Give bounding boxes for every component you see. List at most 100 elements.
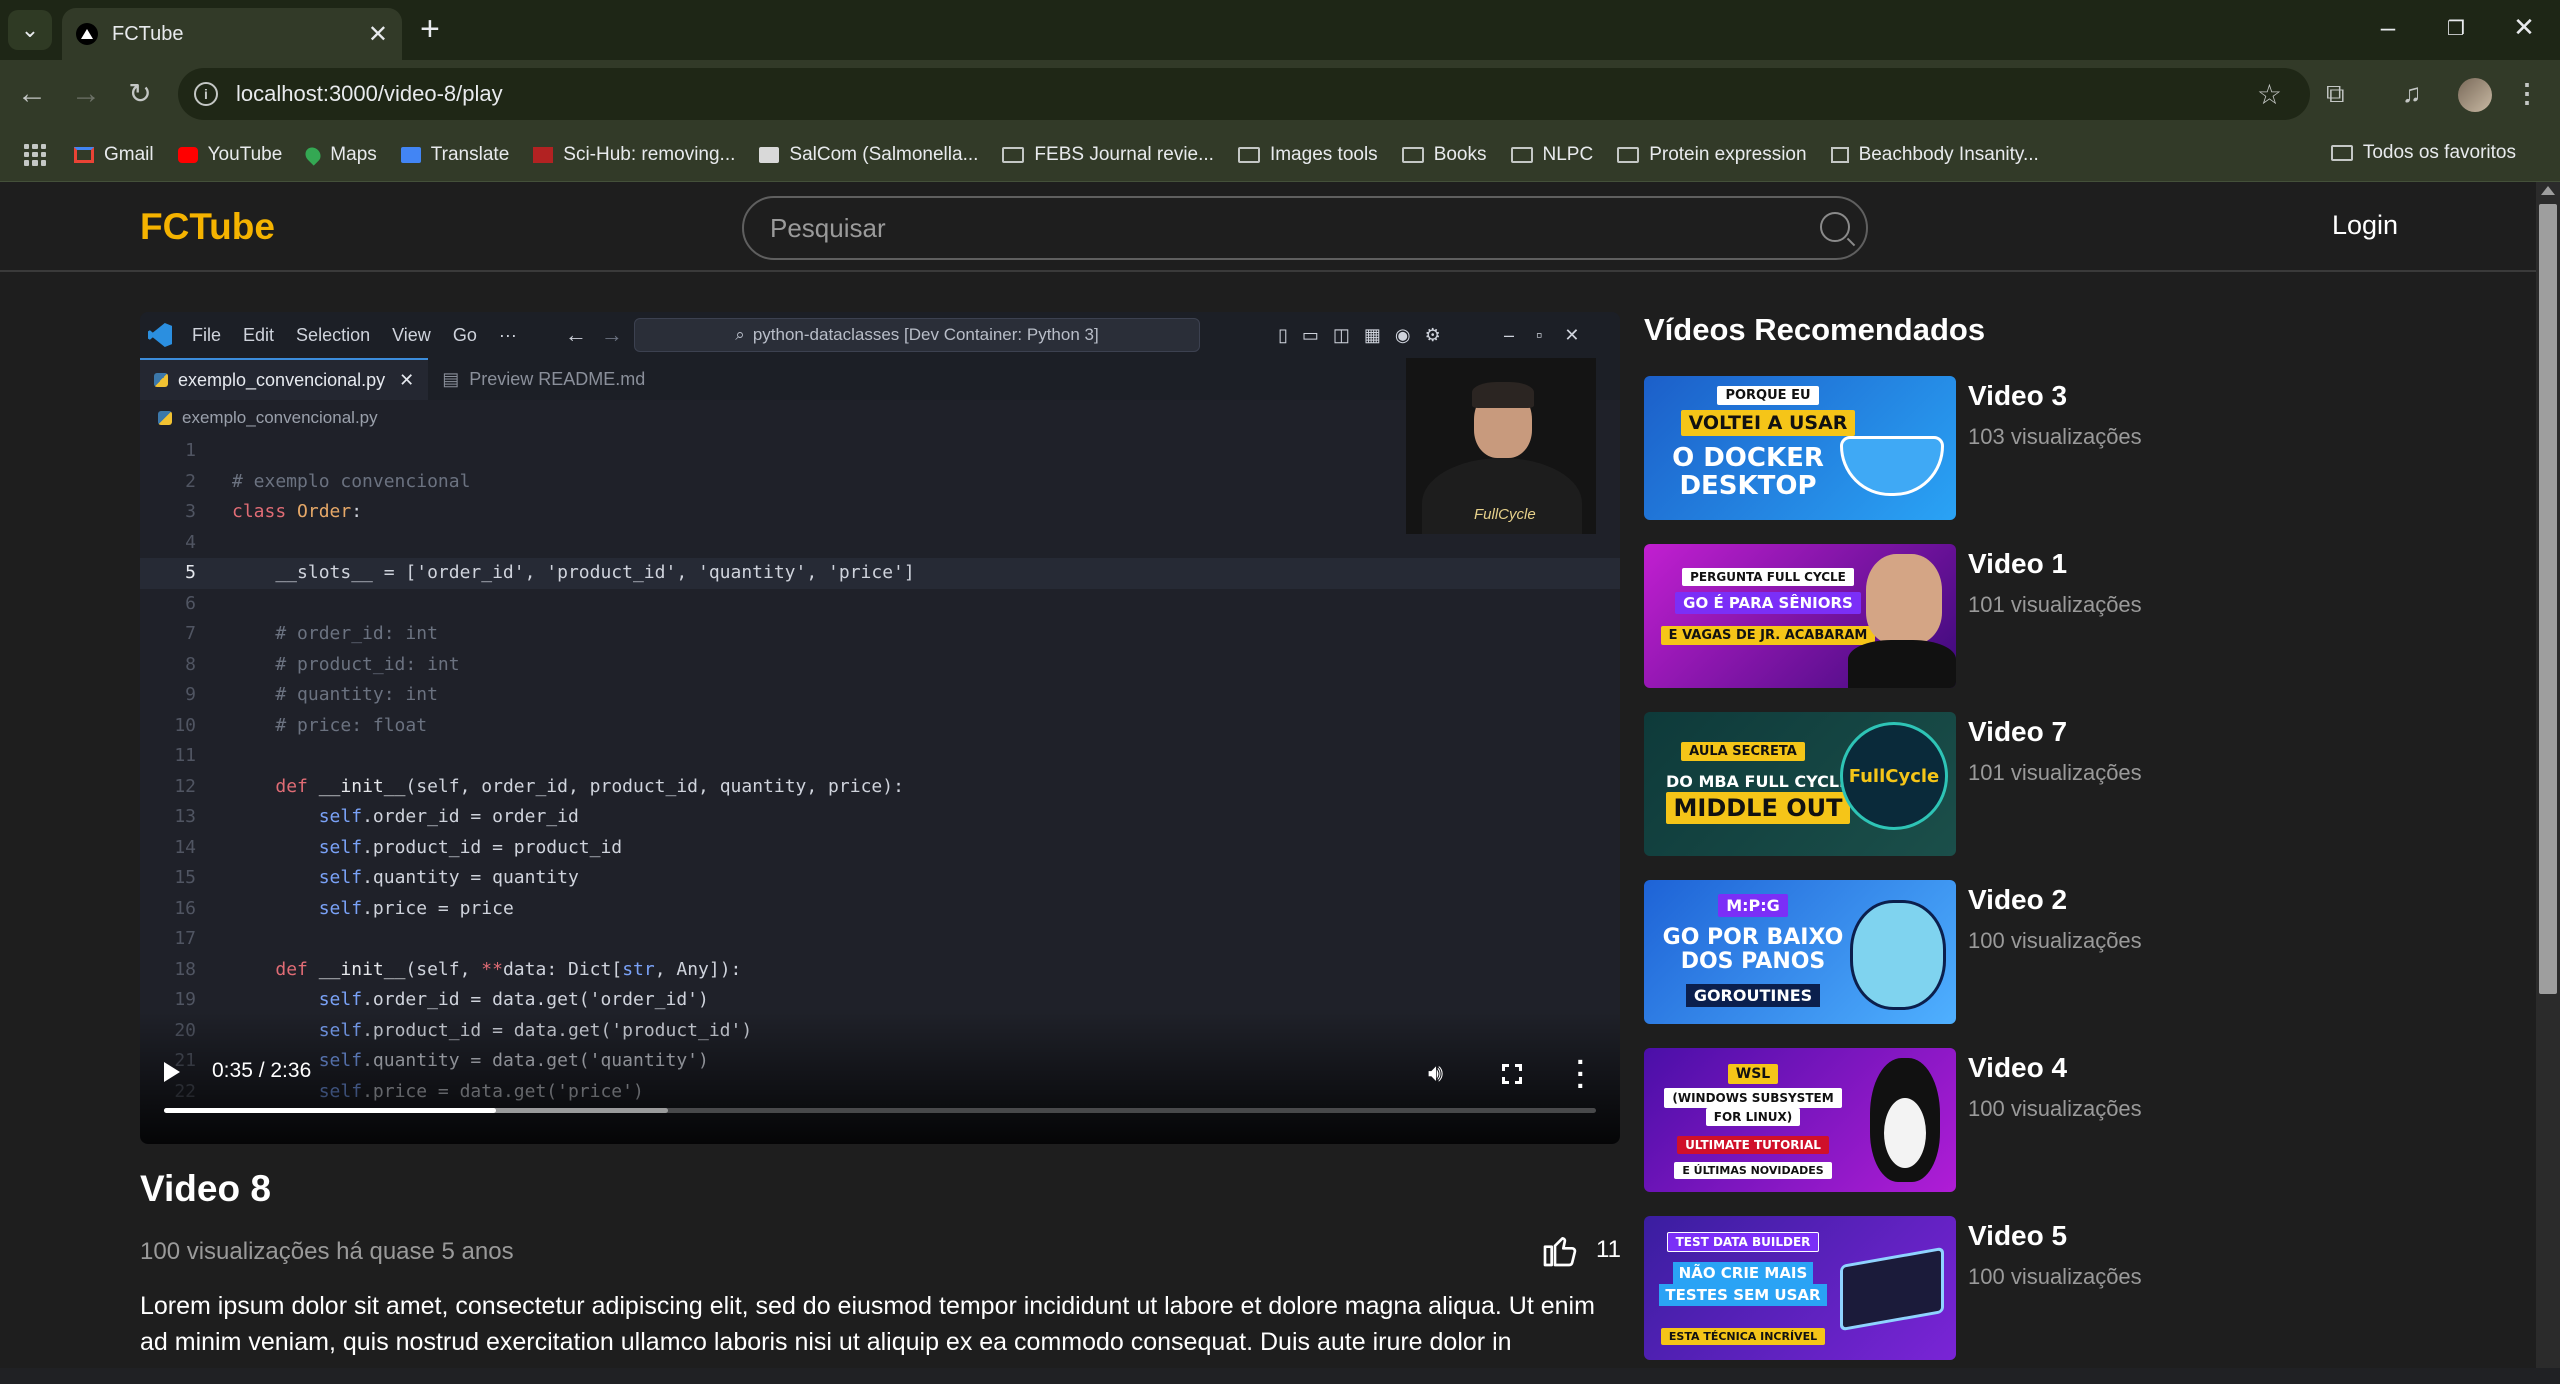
fullscreen-icon[interactable] bbox=[1502, 1064, 1522, 1084]
minimize-icon[interactable]: – bbox=[2368, 12, 2408, 43]
recommended-video[interactable]: WSL (WINDOWS SUBSYSTEM FOR LINUX) ULTIMA… bbox=[1644, 1048, 2344, 1216]
search-icon[interactable] bbox=[1820, 212, 1850, 242]
beachbody-icon bbox=[1830, 146, 1849, 163]
youtube-icon bbox=[177, 146, 198, 163]
more-options-icon[interactable]: · · · bbox=[1576, 1048, 1586, 1100]
bookmark-star-icon[interactable]: ☆ bbox=[2257, 78, 2282, 111]
recommended-video-views: 101 visualizações bbox=[1968, 592, 2142, 617]
editor-back-icon: ← bbox=[564, 322, 587, 347]
recommended-video-title[interactable]: Video 2 bbox=[1968, 884, 2067, 916]
recommended-video[interactable]: AULA SECRETA DO MBA FULL CYCLE MIDDLE OU… bbox=[1644, 712, 2344, 880]
bookmark-translate[interactable]: Translate bbox=[400, 143, 510, 166]
bookmark-febs[interactable]: FEBS Journal revie... bbox=[1002, 144, 1214, 166]
folder-icon bbox=[1237, 146, 1260, 163]
recommended-video[interactable]: PERGUNTA FULL CYCLE GO É PARA SÊNIORS E … bbox=[1644, 544, 2344, 712]
scroll-up-arrow-icon[interactable] bbox=[2541, 186, 2555, 195]
presenter-shirt bbox=[1848, 640, 1956, 688]
thumb-text: ULTIMATE TUTORIAL bbox=[1677, 1136, 1829, 1154]
tab-close-icon[interactable]: ✕ bbox=[368, 20, 388, 49]
bookmark-label: SalCom (Salmonella... bbox=[789, 143, 979, 165]
folder-icon bbox=[1002, 146, 1025, 163]
bookmark-gmail[interactable]: Gmail bbox=[74, 144, 154, 166]
video-thumbnail[interactable]: M:P:G GO POR BAIXO DOS PANOS GOROUTINES bbox=[1644, 880, 1956, 1024]
line-number: 9 bbox=[185, 684, 196, 705]
progress-bar[interactable] bbox=[164, 1108, 1596, 1113]
site-info-icon[interactable]: i bbox=[194, 82, 218, 106]
editor-window-controls-icon: –▫✕ bbox=[1504, 324, 1602, 345]
bookmark-maps[interactable]: Maps bbox=[302, 144, 377, 166]
new-tab-button[interactable]: + bbox=[420, 12, 440, 46]
scrollbar-thumb[interactable] bbox=[2539, 204, 2557, 994]
recommended-video-title[interactable]: Video 1 bbox=[1968, 548, 2067, 580]
recommended-video-title[interactable]: Video 7 bbox=[1968, 716, 2067, 748]
login-link[interactable]: Login bbox=[2332, 210, 2398, 241]
bookmark-books[interactable]: Books bbox=[1401, 143, 1487, 166]
bookmark-nlpc[interactable]: NLPC bbox=[1510, 144, 1593, 166]
video-thumbnail[interactable]: AULA SECRETA DO MBA FULL CYCLE MIDDLE OU… bbox=[1644, 712, 1956, 856]
thumb-text: FOR LINUX) bbox=[1705, 1108, 1801, 1126]
editor-command-center: ⌕ python-dataclasses [Dev Container: Pyt… bbox=[634, 318, 1200, 352]
bookmark-images-tools[interactable]: Images tools bbox=[1237, 144, 1378, 166]
media-control-icon[interactable]: ♫ bbox=[2402, 78, 2422, 109]
bookmark-salcom[interactable]: SalCom (Salmonella... bbox=[759, 144, 978, 166]
address-bar[interactable]: i localhost:3000/video-8/play ☆ bbox=[178, 68, 2310, 120]
bookmark-beachbody[interactable]: Beachbody Insanity... bbox=[1830, 144, 2039, 166]
video-thumbnail[interactable]: PORQUE EU VOLTEI A USAR O DOCKER DESKTOP bbox=[1644, 376, 1956, 520]
volume-icon[interactable]: 🔊︎ bbox=[1428, 1060, 1443, 1088]
recommended-video-title[interactable]: Video 5 bbox=[1968, 1220, 2067, 1252]
extensions-icon[interactable]: ⧉ bbox=[2326, 78, 2345, 110]
video-player[interactable]: File Edit Selection View Go ··· ← → ⌕ py… bbox=[140, 312, 1620, 1144]
docker-whale-icon bbox=[1840, 436, 1944, 496]
bookmark-protein-expression[interactable]: Protein expression bbox=[1617, 144, 1807, 166]
editor-menu-file: File bbox=[192, 324, 222, 345]
bookmark-label: Books bbox=[1433, 143, 1487, 165]
video-thumbnail[interactable]: WSL (WINDOWS SUBSYSTEM FOR LINUX) ULTIMA… bbox=[1644, 1048, 1956, 1192]
close-window-icon[interactable]: ✕ bbox=[2504, 12, 2544, 43]
line-number: 12 bbox=[174, 775, 196, 797]
thumb-text: AULA SECRETA bbox=[1681, 742, 1805, 761]
reload-icon[interactable]: ↻ bbox=[120, 74, 160, 114]
play-icon[interactable] bbox=[164, 1062, 180, 1082]
salcom-icon bbox=[759, 146, 780, 163]
site-logo[interactable]: FCTube bbox=[140, 206, 275, 248]
recommended-video-views: 103 visualizações bbox=[1968, 424, 2142, 449]
line-number: 3 bbox=[185, 501, 196, 522]
recommended-video[interactable]: TEST DATA BUILDER NÃO CRIE MAIS TESTES SE… bbox=[1644, 1216, 2344, 1384]
thumb-text: M:P:G bbox=[1718, 894, 1788, 917]
browser-tab[interactable]: FCTube ✕ bbox=[62, 8, 402, 60]
restore-icon[interactable]: ❐ bbox=[2436, 16, 2476, 41]
browser-menu-icon[interactable]: ⋮ bbox=[2514, 78, 2540, 109]
line-number: 5 bbox=[185, 562, 196, 583]
search-input[interactable]: Pesquisar bbox=[742, 196, 1868, 260]
video-thumbnail[interactable]: PERGUNTA FULL CYCLE GO É PARA SÊNIORS E … bbox=[1644, 544, 1956, 688]
bookmark-scihub[interactable]: Sci-Hub: removing... bbox=[533, 144, 735, 166]
tab-search-button[interactable]: ⌄ bbox=[8, 10, 52, 50]
recommended-video[interactable]: PORQUE EU VOLTEI A USAR O DOCKER DESKTOP … bbox=[1644, 376, 2344, 544]
thumb-text: WSL bbox=[1727, 1064, 1779, 1084]
line-number: 11 bbox=[174, 745, 196, 766]
page-scrollbar[interactable] bbox=[2536, 182, 2560, 1368]
line-number: 17 bbox=[174, 928, 196, 949]
recommended-video[interactable]: M:P:G GO POR BAIXO DOS PANOS GOROUTINES V… bbox=[1644, 880, 2344, 1048]
video-thumbnail[interactable]: TEST DATA BUILDER NÃO CRIE MAIS TESTES SE… bbox=[1644, 1216, 1956, 1360]
presenter-hair bbox=[1472, 382, 1534, 408]
recommended-video-title[interactable]: Video 4 bbox=[1968, 1052, 2067, 1084]
scihub-icon bbox=[533, 146, 554, 163]
penguin-belly bbox=[1884, 1098, 1926, 1168]
line-number: 8 bbox=[185, 653, 196, 675]
all-bookmarks-folder[interactable]: Todos os favoritos bbox=[2330, 142, 2516, 164]
folder-icon bbox=[1401, 146, 1424, 163]
bookmark-youtube[interactable]: YouTube bbox=[177, 144, 282, 166]
editor-tab-label: exemplo_convencional.py bbox=[178, 369, 386, 390]
line-number: 2 bbox=[185, 470, 196, 492]
back-icon[interactable]: ← bbox=[12, 74, 52, 114]
profile-avatar[interactable] bbox=[2458, 78, 2492, 112]
recommended-video-title[interactable]: Video 3 bbox=[1968, 380, 2067, 412]
thumb-text: FullCycle bbox=[1848, 765, 1940, 787]
bookmark-label: Translate bbox=[430, 143, 510, 165]
apps-grid-icon[interactable] bbox=[24, 143, 46, 166]
gmail-icon bbox=[74, 146, 94, 163]
forward-icon[interactable]: → bbox=[66, 74, 106, 114]
recommended-list: PORQUE EU VOLTEI A USAR O DOCKER DESKTOP … bbox=[1644, 376, 2344, 1384]
like-button[interactable]: 11 bbox=[1540, 1230, 1621, 1270]
